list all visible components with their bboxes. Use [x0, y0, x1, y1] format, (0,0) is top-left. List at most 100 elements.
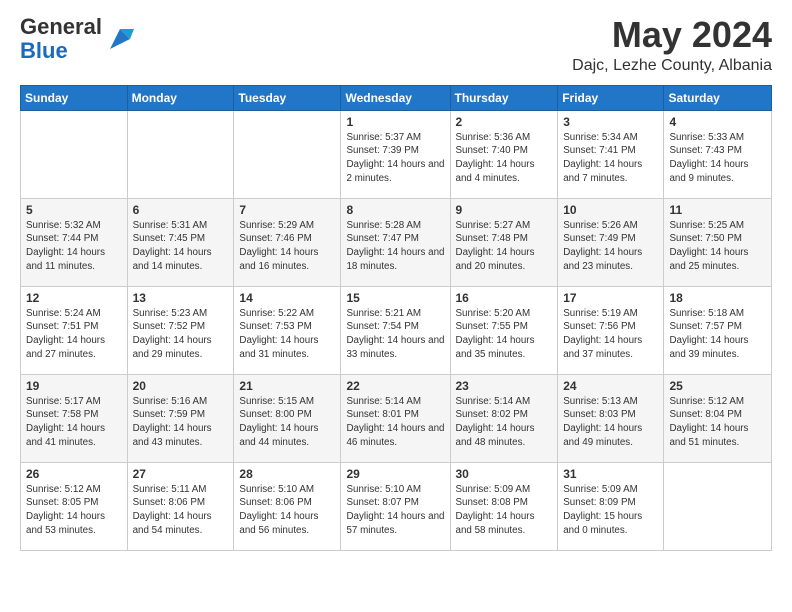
calendar-cell: 31 Sunrise: 5:09 AM Sunset: 8:09 PM Dayl… [558, 462, 664, 550]
page-header: General Blue May 2024 Dajc, Lezhe County… [20, 15, 772, 75]
day-number: 23 [456, 379, 553, 393]
day-info: Sunrise: 5:12 AM Sunset: 8:05 PM Dayligh… [26, 483, 122, 538]
day-number: 11 [669, 203, 766, 217]
day-number: 6 [133, 203, 229, 217]
day-info: Sunrise: 5:23 AM Sunset: 7:52 PM Dayligh… [133, 307, 229, 362]
calendar-cell: 7 Sunrise: 5:29 AM Sunset: 7:46 PM Dayli… [234, 198, 341, 286]
day-info: Sunrise: 5:18 AM Sunset: 7:57 PM Dayligh… [669, 307, 766, 362]
day-number: 7 [239, 203, 335, 217]
day-number: 25 [669, 379, 766, 393]
day-info: Sunrise: 5:10 AM Sunset: 8:06 PM Dayligh… [239, 483, 335, 538]
day-number: 1 [346, 115, 444, 129]
day-info: Sunrise: 5:13 AM Sunset: 8:03 PM Dayligh… [563, 395, 658, 450]
logo-text: General Blue [20, 15, 102, 63]
calendar-cell: 2 Sunrise: 5:36 AM Sunset: 7:40 PM Dayli… [450, 110, 558, 198]
logo: General Blue [20, 15, 134, 63]
day-info: Sunrise: 5:28 AM Sunset: 7:47 PM Dayligh… [346, 219, 444, 274]
calendar-cell [664, 462, 772, 550]
title-block: May 2024 Dajc, Lezhe County, Albania [572, 15, 772, 75]
day-number: 15 [346, 291, 444, 305]
calendar-cell: 21 Sunrise: 5:15 AM Sunset: 8:00 PM Dayl… [234, 374, 341, 462]
day-info: Sunrise: 5:09 AM Sunset: 8:08 PM Dayligh… [456, 483, 553, 538]
calendar-cell: 5 Sunrise: 5:32 AM Sunset: 7:44 PM Dayli… [21, 198, 128, 286]
day-info: Sunrise: 5:32 AM Sunset: 7:44 PM Dayligh… [26, 219, 122, 274]
col-sunday: Sunday [21, 85, 128, 110]
calendar-cell: 18 Sunrise: 5:18 AM Sunset: 7:57 PM Dayl… [664, 286, 772, 374]
day-number: 21 [239, 379, 335, 393]
day-number: 3 [563, 115, 658, 129]
calendar-cell: 6 Sunrise: 5:31 AM Sunset: 7:45 PM Dayli… [127, 198, 234, 286]
calendar-header-row: Sunday Monday Tuesday Wednesday Thursday… [21, 85, 772, 110]
col-monday: Monday [127, 85, 234, 110]
day-info: Sunrise: 5:10 AM Sunset: 8:07 PM Dayligh… [346, 483, 444, 538]
logo-icon [106, 25, 134, 53]
day-info: Sunrise: 5:17 AM Sunset: 7:58 PM Dayligh… [26, 395, 122, 450]
day-info: Sunrise: 5:19 AM Sunset: 7:56 PM Dayligh… [563, 307, 658, 362]
calendar-cell: 14 Sunrise: 5:22 AM Sunset: 7:53 PM Dayl… [234, 286, 341, 374]
day-number: 14 [239, 291, 335, 305]
day-number: 22 [346, 379, 444, 393]
calendar-cell [127, 110, 234, 198]
day-info: Sunrise: 5:37 AM Sunset: 7:39 PM Dayligh… [346, 131, 444, 186]
calendar-cell: 25 Sunrise: 5:12 AM Sunset: 8:04 PM Dayl… [664, 374, 772, 462]
calendar-table: Sunday Monday Tuesday Wednesday Thursday… [20, 85, 772, 551]
day-info: Sunrise: 5:12 AM Sunset: 8:04 PM Dayligh… [669, 395, 766, 450]
day-info: Sunrise: 5:16 AM Sunset: 7:59 PM Dayligh… [133, 395, 229, 450]
calendar-cell: 8 Sunrise: 5:28 AM Sunset: 7:47 PM Dayli… [341, 198, 450, 286]
day-number: 9 [456, 203, 553, 217]
day-info: Sunrise: 5:14 AM Sunset: 8:01 PM Dayligh… [346, 395, 444, 450]
day-number: 24 [563, 379, 658, 393]
day-number: 8 [346, 203, 444, 217]
day-info: Sunrise: 5:09 AM Sunset: 8:09 PM Dayligh… [563, 483, 658, 538]
month-title: May 2024 [572, 15, 772, 55]
day-info: Sunrise: 5:20 AM Sunset: 7:55 PM Dayligh… [456, 307, 553, 362]
day-number: 17 [563, 291, 658, 305]
calendar-cell: 30 Sunrise: 5:09 AM Sunset: 8:08 PM Dayl… [450, 462, 558, 550]
day-number: 19 [26, 379, 122, 393]
calendar-cell: 15 Sunrise: 5:21 AM Sunset: 7:54 PM Dayl… [341, 286, 450, 374]
day-info: Sunrise: 5:29 AM Sunset: 7:46 PM Dayligh… [239, 219, 335, 274]
logo-general: General [20, 14, 102, 39]
day-info: Sunrise: 5:22 AM Sunset: 7:53 PM Dayligh… [239, 307, 335, 362]
calendar-cell: 23 Sunrise: 5:14 AM Sunset: 8:02 PM Dayl… [450, 374, 558, 462]
calendar-cell: 9 Sunrise: 5:27 AM Sunset: 7:48 PM Dayli… [450, 198, 558, 286]
calendar-cell: 13 Sunrise: 5:23 AM Sunset: 7:52 PM Dayl… [127, 286, 234, 374]
day-info: Sunrise: 5:15 AM Sunset: 8:00 PM Dayligh… [239, 395, 335, 450]
calendar-cell: 22 Sunrise: 5:14 AM Sunset: 8:01 PM Dayl… [341, 374, 450, 462]
day-number: 20 [133, 379, 229, 393]
calendar-cell: 4 Sunrise: 5:33 AM Sunset: 7:43 PM Dayli… [664, 110, 772, 198]
calendar-cell: 10 Sunrise: 5:26 AM Sunset: 7:49 PM Dayl… [558, 198, 664, 286]
day-number: 28 [239, 467, 335, 481]
day-number: 27 [133, 467, 229, 481]
calendar-cell: 16 Sunrise: 5:20 AM Sunset: 7:55 PM Dayl… [450, 286, 558, 374]
day-number: 18 [669, 291, 766, 305]
day-number: 31 [563, 467, 658, 481]
day-info: Sunrise: 5:36 AM Sunset: 7:40 PM Dayligh… [456, 131, 553, 186]
day-info: Sunrise: 5:26 AM Sunset: 7:49 PM Dayligh… [563, 219, 658, 274]
day-number: 29 [346, 467, 444, 481]
day-number: 4 [669, 115, 766, 129]
location: Dajc, Lezhe County, Albania [572, 57, 772, 75]
calendar-cell [234, 110, 341, 198]
col-saturday: Saturday [664, 85, 772, 110]
day-number: 5 [26, 203, 122, 217]
day-info: Sunrise: 5:14 AM Sunset: 8:02 PM Dayligh… [456, 395, 553, 450]
calendar-cell: 28 Sunrise: 5:10 AM Sunset: 8:06 PM Dayl… [234, 462, 341, 550]
calendar-cell: 17 Sunrise: 5:19 AM Sunset: 7:56 PM Dayl… [558, 286, 664, 374]
calendar-cell: 27 Sunrise: 5:11 AM Sunset: 8:06 PM Dayl… [127, 462, 234, 550]
day-info: Sunrise: 5:27 AM Sunset: 7:48 PM Dayligh… [456, 219, 553, 274]
day-info: Sunrise: 5:33 AM Sunset: 7:43 PM Dayligh… [669, 131, 766, 186]
day-info: Sunrise: 5:11 AM Sunset: 8:06 PM Dayligh… [133, 483, 229, 538]
day-number: 16 [456, 291, 553, 305]
day-number: 13 [133, 291, 229, 305]
calendar-cell: 29 Sunrise: 5:10 AM Sunset: 8:07 PM Dayl… [341, 462, 450, 550]
day-number: 10 [563, 203, 658, 217]
calendar-cell: 11 Sunrise: 5:25 AM Sunset: 7:50 PM Dayl… [664, 198, 772, 286]
day-info: Sunrise: 5:24 AM Sunset: 7:51 PM Dayligh… [26, 307, 122, 362]
day-number: 2 [456, 115, 553, 129]
calendar-cell: 1 Sunrise: 5:37 AM Sunset: 7:39 PM Dayli… [341, 110, 450, 198]
day-info: Sunrise: 5:25 AM Sunset: 7:50 PM Dayligh… [669, 219, 766, 274]
day-number: 30 [456, 467, 553, 481]
col-tuesday: Tuesday [234, 85, 341, 110]
calendar-cell [21, 110, 128, 198]
